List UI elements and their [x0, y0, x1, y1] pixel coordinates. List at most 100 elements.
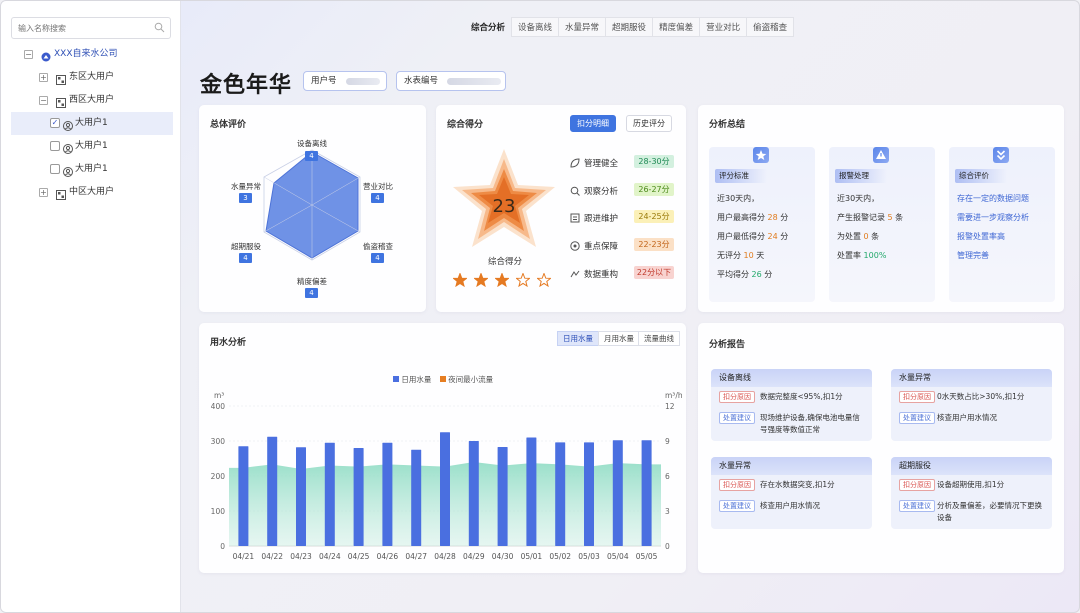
- summary-card-standard: 评分标准 近30天内， 用户最高得分 28 分用户最低得分 24 分无评分 10 …: [709, 147, 815, 302]
- summary-line-text: 产生报警记录: [837, 213, 888, 222]
- analysis-tabs: 综合分析 设备离线 水量异常 超期服役 精度偏差 营业对比 偷盗稽查: [464, 17, 795, 37]
- score-level-row: 数据重构 22分以下: [570, 266, 674, 282]
- tree-node-label: 东区大用户: [69, 72, 115, 82]
- summary-line: 平均得分 26 分: [717, 269, 772, 280]
- tree-node-east[interactable]: + 东区大用户: [1, 66, 181, 89]
- search-box[interactable]: [11, 17, 171, 39]
- node-checkbox[interactable]: [50, 141, 60, 151]
- tab-overdue[interactable]: 超期服役: [605, 17, 654, 37]
- summary-line-text: 存在一定的数据问题: [957, 194, 1029, 203]
- segment-flow-curve[interactable]: 流量曲线: [638, 331, 680, 346]
- level-range: 28-30分: [634, 155, 674, 168]
- observe-icon: [570, 186, 580, 199]
- advice-tag: 处置建议: [899, 500, 935, 512]
- report-item: 水量异常 扣分原因 0水天数占比>30%,扣1分 处置建议 核查用户用水情况: [891, 369, 1052, 441]
- search-input[interactable]: [12, 18, 142, 38]
- bar: [497, 446, 508, 546]
- summary-line-text: 近30天内，: [717, 194, 760, 203]
- summary-line: 为处置 0 条: [837, 231, 879, 242]
- score-level-row: 跟进维护 24-25分: [570, 210, 674, 226]
- chevrons-down-icon: [993, 147, 1009, 163]
- meter-no-label: 水表编号: [404, 76, 439, 86]
- y2-tick-label: 12: [665, 402, 675, 411]
- x-tick-label: 05/04: [607, 552, 629, 561]
- deduction-detail-button[interactable]: 扣分明细: [570, 115, 616, 132]
- maintenance-icon: [570, 213, 580, 226]
- segment-daily[interactable]: 日用水量: [557, 331, 599, 346]
- tab-business[interactable]: 营业对比: [699, 17, 748, 37]
- x-tick-label: 04/26: [377, 552, 399, 561]
- app-frame: − XXX自来水公司 + 东区大用户 − 西区大用户: [0, 0, 1080, 613]
- radar-value-badge: 4: [305, 151, 318, 161]
- tree-node-user[interactable]: 大用户1: [1, 158, 181, 181]
- legend-swatch-daily: [393, 376, 399, 382]
- summary-card-header: 评分标准: [715, 169, 767, 183]
- search-icon[interactable]: [154, 22, 165, 36]
- legend-swatch-night: [439, 376, 446, 382]
- user-no-field: 用户号: [303, 71, 387, 91]
- level-range: 22-23分: [634, 238, 674, 251]
- deduction-reason: 存在水数据突变,扣1分: [760, 480, 835, 489]
- radar-label: 设备离线: [297, 139, 327, 148]
- expand-icon[interactable]: +: [39, 188, 48, 197]
- expand-icon[interactable]: +: [39, 73, 48, 82]
- history-score-button[interactable]: 历史评分: [626, 115, 672, 132]
- bar: [584, 442, 594, 546]
- advice-tag: 处置建议: [899, 412, 935, 424]
- collapse-icon[interactable]: −: [39, 96, 48, 105]
- meter-no-field: 水表编号: [396, 71, 506, 91]
- node-checkbox[interactable]: [50, 164, 60, 174]
- summary-line: 用户最高得分 28 分: [717, 212, 788, 223]
- y-tick-label: 300: [211, 437, 226, 446]
- level-label: 数据重构: [584, 270, 619, 280]
- tab-volume-anomaly[interactable]: 水量异常: [558, 17, 607, 37]
- summary-line: 报警处置率高: [957, 231, 1005, 242]
- tree-node-user[interactable]: 大用户1: [1, 135, 181, 158]
- deduction-reason: 0水天数占比>30%,扣1分: [937, 392, 1025, 401]
- summary-line-text: 管理完善: [957, 251, 989, 260]
- radar-value-badge: 4: [239, 253, 252, 263]
- bar: [641, 440, 652, 546]
- x-tick-label: 04/21: [233, 552, 255, 561]
- x-tick-label: 04/30: [492, 552, 514, 561]
- node-checkbox-checked[interactable]: ✓: [50, 118, 60, 128]
- deduction-reason-tag: 扣分原因: [719, 391, 755, 403]
- tab-offline[interactable]: 设备离线: [511, 17, 560, 37]
- x-tick-label: 05/05: [636, 552, 658, 561]
- report-item-header: 设备离线: [711, 369, 872, 387]
- tree-node-user-selected[interactable]: ✓ 大用户1: [11, 112, 173, 135]
- x-tick-label: 04/27: [405, 552, 427, 561]
- score-level-row: 重点保障 22-23分: [570, 238, 674, 254]
- summary-line-unit: 条: [868, 232, 880, 241]
- leaf-icon: [570, 158, 580, 171]
- y-tick-label: 400: [211, 402, 226, 411]
- report-item: 设备离线 扣分原因 数据完整度<95%,扣1分 处置建议 现场维护设备,确保电池…: [711, 369, 872, 441]
- level-label: 跟进维护: [584, 214, 619, 224]
- legend-label: 夜间最小流量: [448, 375, 494, 384]
- advice-tag: 处置建议: [719, 500, 755, 512]
- summary-line-text: 无评分: [717, 251, 744, 260]
- summary-line: 管理完善: [957, 250, 989, 261]
- radar-value-badge: 4: [371, 253, 384, 263]
- segment-monthly[interactable]: 月用水量: [598, 331, 640, 346]
- summary-card-evaluation: 综合评价 存在一定的数据问题 需要进一步观察分析 报警处置率高 管理完善: [949, 147, 1055, 302]
- summary-line-unit: 分: [777, 232, 789, 241]
- y2-tick-label: 6: [665, 472, 670, 481]
- collapse-icon[interactable]: −: [24, 50, 33, 59]
- summary-line-unit: 分: [777, 213, 789, 222]
- score-value: 23: [492, 196, 516, 217]
- tab-accuracy[interactable]: 精度偏差: [652, 17, 701, 37]
- advice-text: 分析及量偏差，必要情况下更换设备: [937, 501, 1042, 522]
- summary-line: 近30天内，: [837, 193, 879, 204]
- tab-theft[interactable]: 偷盗稽查: [746, 17, 795, 37]
- tree-node-central[interactable]: + 中区大用户: [1, 181, 181, 204]
- tree-node-company[interactable]: − XXX自来水公司: [1, 43, 181, 66]
- legend-label: 日用水量: [401, 375, 432, 384]
- bar: [555, 442, 566, 546]
- report-item-header: 水量异常: [891, 369, 1052, 387]
- score-caption: 综合得分: [488, 257, 523, 267]
- tree-node-west[interactable]: − 西区大用户: [1, 89, 181, 112]
- bar: [382, 442, 393, 546]
- advice-text: 现场维护设备,确保电池电量信号强度等数值正常: [760, 413, 860, 434]
- tab-overall[interactable]: 综合分析: [464, 17, 512, 37]
